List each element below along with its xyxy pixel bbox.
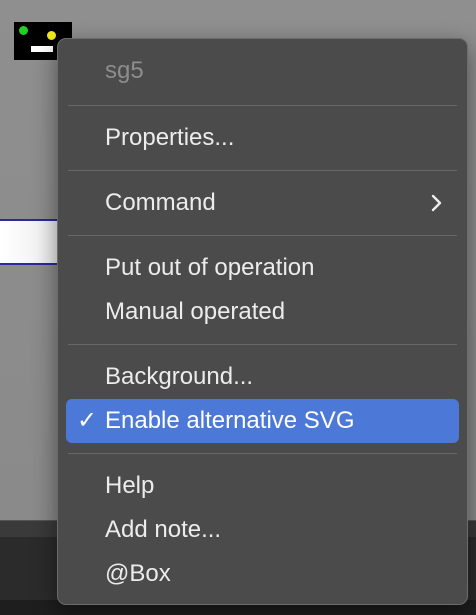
context-menu: sg5 Properties... Command Put out of ope… bbox=[57, 38, 468, 605]
menu-item-put-out-of-operation[interactable]: Put out of operation bbox=[66, 246, 459, 290]
menu-item-help[interactable]: Help bbox=[66, 464, 459, 508]
menu-item-command[interactable]: Command bbox=[66, 181, 459, 225]
menu-separator bbox=[68, 235, 457, 236]
menu-item-manual-operated[interactable]: Manual operated bbox=[66, 290, 459, 334]
menu-separator bbox=[68, 344, 457, 345]
menu-item-label: Put out of operation bbox=[105, 254, 315, 281]
menu-item-label: Command bbox=[105, 189, 216, 216]
menu-item-label: Background... bbox=[105, 363, 254, 390]
menu-separator bbox=[68, 105, 457, 106]
menu-item-label: Help bbox=[105, 472, 155, 499]
menu-item-properties[interactable]: Properties... bbox=[66, 116, 459, 160]
menu-item-label: Add note... bbox=[105, 516, 222, 543]
menu-item-add-note[interactable]: Add note... bbox=[66, 508, 459, 552]
menu-item-enable-alternative-svg[interactable]: ✓ Enable alternative SVG bbox=[66, 399, 459, 443]
context-menu-header: sg5 bbox=[105, 57, 144, 84]
menu-separator bbox=[68, 453, 457, 454]
status-led-yellow-icon bbox=[47, 31, 56, 40]
menu-item-label: @Box bbox=[105, 560, 171, 587]
menu-item-label: Properties... bbox=[105, 124, 235, 151]
menu-item-background[interactable]: Background... bbox=[66, 355, 459, 399]
menu-separator bbox=[68, 170, 457, 171]
menu-item-box[interactable]: @Box bbox=[66, 552, 459, 596]
status-led-green-icon bbox=[19, 26, 28, 35]
menu-item-label: Manual operated bbox=[105, 298, 286, 325]
chevron-right-icon bbox=[431, 194, 442, 212]
menu-item-label: Enable alternative SVG bbox=[105, 407, 355, 434]
device-slot-icon bbox=[31, 46, 53, 52]
checkmark-icon: ✓ bbox=[77, 407, 98, 434]
